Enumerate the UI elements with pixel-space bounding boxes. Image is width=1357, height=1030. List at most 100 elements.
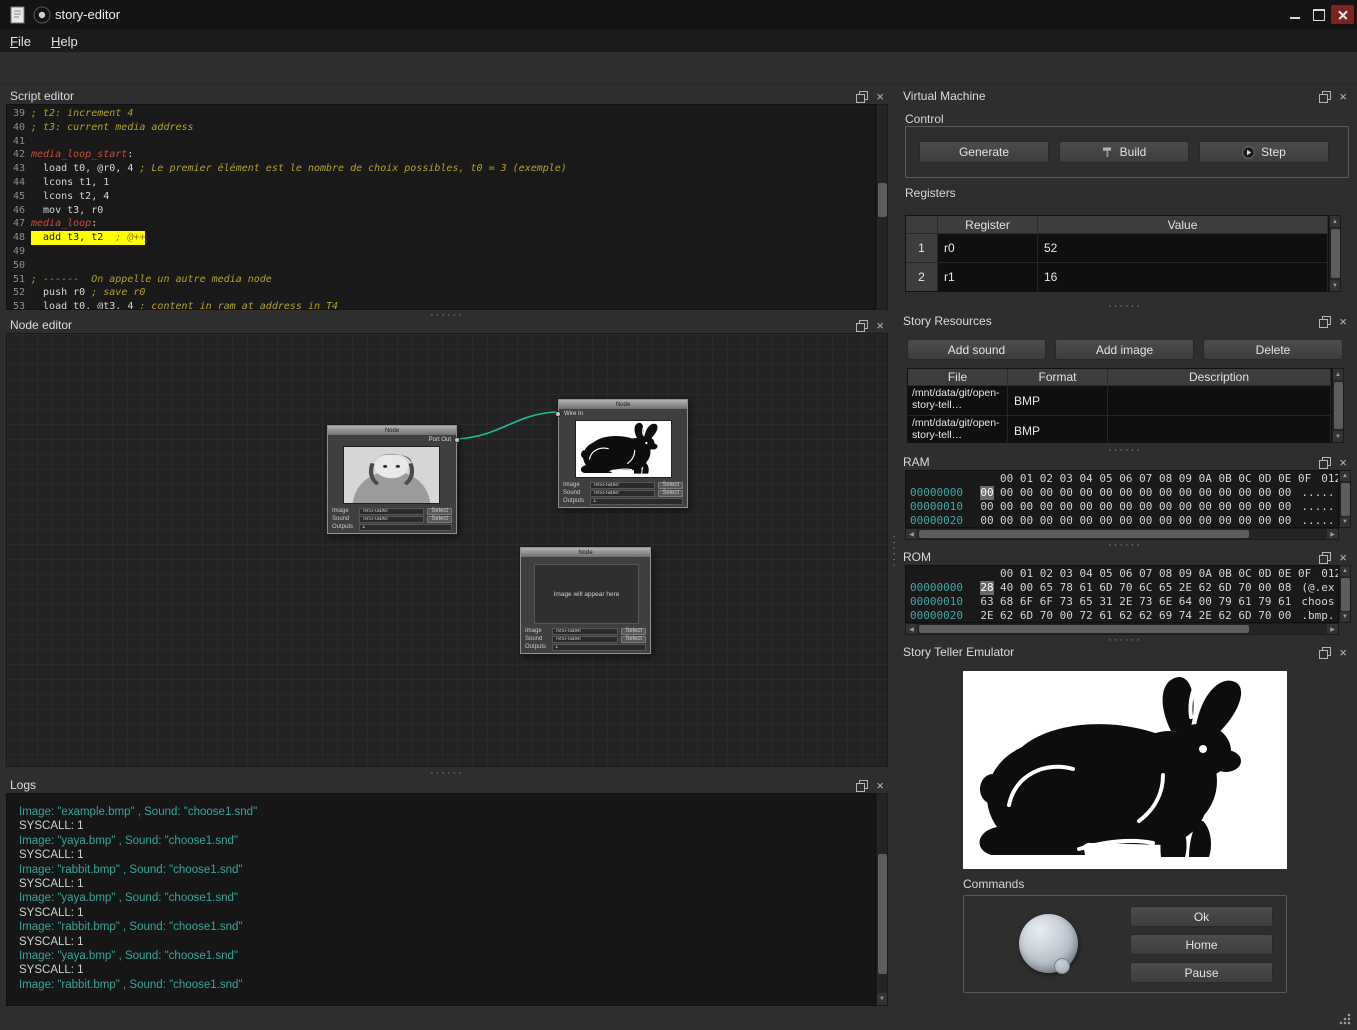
step-button[interactable]: Step	[1199, 141, 1329, 163]
outputs-value-box[interactable]: 1	[552, 644, 646, 651]
scrollbar-thumb[interactable]	[878, 854, 887, 974]
vertical-splitter-handle[interactable]: ······	[890, 84, 897, 1020]
scroll-down-icon[interactable]: ▼	[1333, 431, 1343, 442]
splitter-handle[interactable]: ······	[897, 302, 1353, 309]
scrollbar-thumb[interactable]	[1341, 578, 1350, 611]
home-button[interactable]: Home	[1130, 934, 1273, 955]
scroll-right-icon[interactable]: ▶	[1327, 529, 1338, 539]
hex-row[interactable]: 00000020 2E 62 6D 70 00 72 61 62 62 69 7…	[910, 609, 1338, 623]
sound-value-box[interactable]: Test-label	[552, 636, 618, 643]
float-panel-icon[interactable]	[1319, 647, 1330, 658]
add-sound-button[interactable]: Add sound	[907, 339, 1046, 360]
scroll-right-icon[interactable]: ▶	[1327, 624, 1338, 634]
minimize-button[interactable]	[1283, 5, 1306, 24]
close-panel-icon[interactable]: ×	[1339, 457, 1347, 468]
scrollbar-thumb[interactable]	[919, 625, 1249, 633]
input-pin[interactable]	[555, 411, 561, 417]
menu-help[interactable]: Help	[41, 32, 88, 51]
close-panel-icon[interactable]: ×	[1339, 552, 1347, 563]
hex-row[interactable]: 00000020 00 00 00 00 00 00 00 00 00 00 0…	[910, 514, 1338, 528]
registers-scrollbar[interactable]: ▲ ▼	[1329, 215, 1341, 292]
scroll-down-icon[interactable]: ▼	[877, 993, 887, 1005]
node-titlebar[interactable]: Node	[521, 548, 650, 557]
scroll-left-icon[interactable]: ◀	[906, 529, 917, 539]
resource-row[interactable]: /mnt/data/git/open-story-tell… BMP	[908, 416, 1331, 443]
scroll-up-icon[interactable]: ▲	[1333, 369, 1343, 380]
float-panel-icon[interactable]	[1319, 457, 1330, 468]
resources-scrollbar[interactable]: ▲ ▼	[1332, 368, 1344, 443]
float-panel-icon[interactable]	[856, 320, 867, 331]
select-button[interactable]: Select	[427, 516, 452, 523]
outputs-value-box[interactable]: 1	[590, 498, 683, 505]
float-panel-icon[interactable]	[856, 91, 867, 102]
float-panel-icon[interactable]	[856, 780, 867, 791]
scroll-up-icon[interactable]: ▲	[1330, 216, 1340, 227]
register-row[interactable]: 2 r1 16	[906, 263, 1328, 292]
maximize-button[interactable]	[1307, 5, 1330, 24]
ram-hex-view[interactable]: 00 01 02 03 04 05 06 07 08 09 0A 0B 0C 0…	[905, 470, 1339, 528]
float-panel-icon[interactable]	[1319, 552, 1330, 563]
close-panel-icon[interactable]: ×	[876, 780, 884, 791]
node-titlebar[interactable]: Node	[328, 426, 456, 435]
scroll-down-icon[interactable]: ▼	[1330, 280, 1340, 291]
pause-button[interactable]: Pause	[1130, 962, 1273, 983]
scrollbar-thumb[interactable]	[1334, 382, 1343, 429]
close-button[interactable]	[1331, 5, 1354, 24]
scrollbar-thumb[interactable]	[919, 530, 1249, 538]
hex-row[interactable]: 00000010 00 00 00 00 00 00 00 00 00 00 0…	[910, 500, 1338, 514]
resource-row[interactable]: /mnt/data/git/open-story-tell… BMP	[908, 386, 1331, 416]
ok-button[interactable]: Ok	[1130, 906, 1273, 927]
graph-node-media-1[interactable]: Node Port Out ImageTest-labelSelect Soun…	[327, 425, 457, 534]
scroll-down-icon[interactable]: ▼	[1340, 517, 1350, 527]
knob-indicator-dot[interactable]	[1054, 958, 1070, 974]
scroll-left-icon[interactable]: ◀	[906, 624, 917, 634]
scroll-up-icon[interactable]: ▲	[1340, 471, 1350, 481]
image-value-box[interactable]: Test-label	[552, 628, 618, 635]
ram-vertical-scrollbar[interactable]: ▲ ▼	[1339, 470, 1351, 528]
build-button[interactable]: Build	[1059, 141, 1189, 163]
output-pin[interactable]	[454, 437, 460, 443]
image-value-box[interactable]: Test-label	[590, 482, 655, 489]
register-row[interactable]: 1 r0 52	[906, 234, 1328, 263]
scroll-up-icon[interactable]: ▲	[1340, 566, 1350, 576]
log-output[interactable]: Image: "example.bmp" , Sound: "choose1.s…	[6, 793, 876, 1006]
rom-vertical-scrollbar[interactable]: ▲ ▼	[1339, 565, 1351, 623]
close-panel-icon[interactable]: ×	[1339, 91, 1347, 102]
image-value-box[interactable]: Test-label	[359, 508, 424, 515]
script-editor-area[interactable]: 39 ; t2: increment 4 40 ; t3: current me…	[6, 104, 876, 310]
node-titlebar[interactable]: Node	[559, 400, 687, 409]
select-button[interactable]: Select	[427, 508, 452, 515]
select-button[interactable]: Select	[621, 628, 646, 635]
splitter-handle[interactable]: ······	[897, 636, 1353, 643]
hex-row[interactable]: 00000000 00 00 00 00 00 00 00 00 00 00 0…	[910, 486, 1338, 500]
close-panel-icon[interactable]: ×	[1339, 647, 1347, 658]
splitter-handle[interactable]: ······	[897, 446, 1353, 453]
generate-button[interactable]: Generate	[919, 141, 1049, 163]
select-button[interactable]: Select	[621, 636, 646, 643]
select-button[interactable]: Select	[658, 490, 683, 497]
add-image-button[interactable]: Add image	[1055, 339, 1194, 360]
scrollbar-thumb[interactable]	[878, 183, 887, 217]
splitter-handle[interactable]: ······	[4, 769, 890, 776]
wire-connection[interactable]	[457, 412, 556, 439]
node-canvas[interactable]: Node Port Out ImageTest-labelSelect Soun…	[6, 333, 888, 767]
scroll-down-icon[interactable]: ▼	[1340, 612, 1350, 622]
menu-file[interactable]: File	[0, 32, 41, 51]
script-vertical-scrollbar[interactable]	[876, 104, 888, 310]
graph-node-media-3[interactable]: Node Image will appear here ImageTest-la…	[520, 547, 651, 654]
scrollbar-thumb[interactable]	[1331, 229, 1340, 278]
splitter-handle[interactable]: ······	[897, 541, 1353, 548]
hex-row[interactable]: 00000010 63 68 6F 6F 73 65 31 2E 73 6E 6…	[910, 595, 1338, 609]
graph-node-media-2[interactable]: Node Wire In ImageTest-labelSelect Sound…	[558, 399, 688, 508]
window-resize-grip[interactable]	[1338, 1012, 1352, 1026]
outputs-value-box[interactable]: 1	[359, 524, 452, 531]
close-panel-icon[interactable]: ×	[1339, 316, 1347, 327]
hex-row[interactable]: 00000000 28 40 00 65 78 61 6D 70 6C 65 2…	[910, 581, 1338, 595]
delete-button[interactable]: Delete	[1203, 339, 1343, 360]
close-panel-icon[interactable]: ×	[876, 91, 884, 102]
select-button[interactable]: Select	[658, 482, 683, 489]
scrollbar-thumb[interactable]	[1341, 483, 1350, 516]
float-panel-icon[interactable]	[1319, 91, 1330, 102]
close-panel-icon[interactable]: ×	[876, 320, 884, 331]
rom-hex-view[interactable]: 00 01 02 03 04 05 06 07 08 09 0A 0B 0C 0…	[905, 565, 1339, 623]
